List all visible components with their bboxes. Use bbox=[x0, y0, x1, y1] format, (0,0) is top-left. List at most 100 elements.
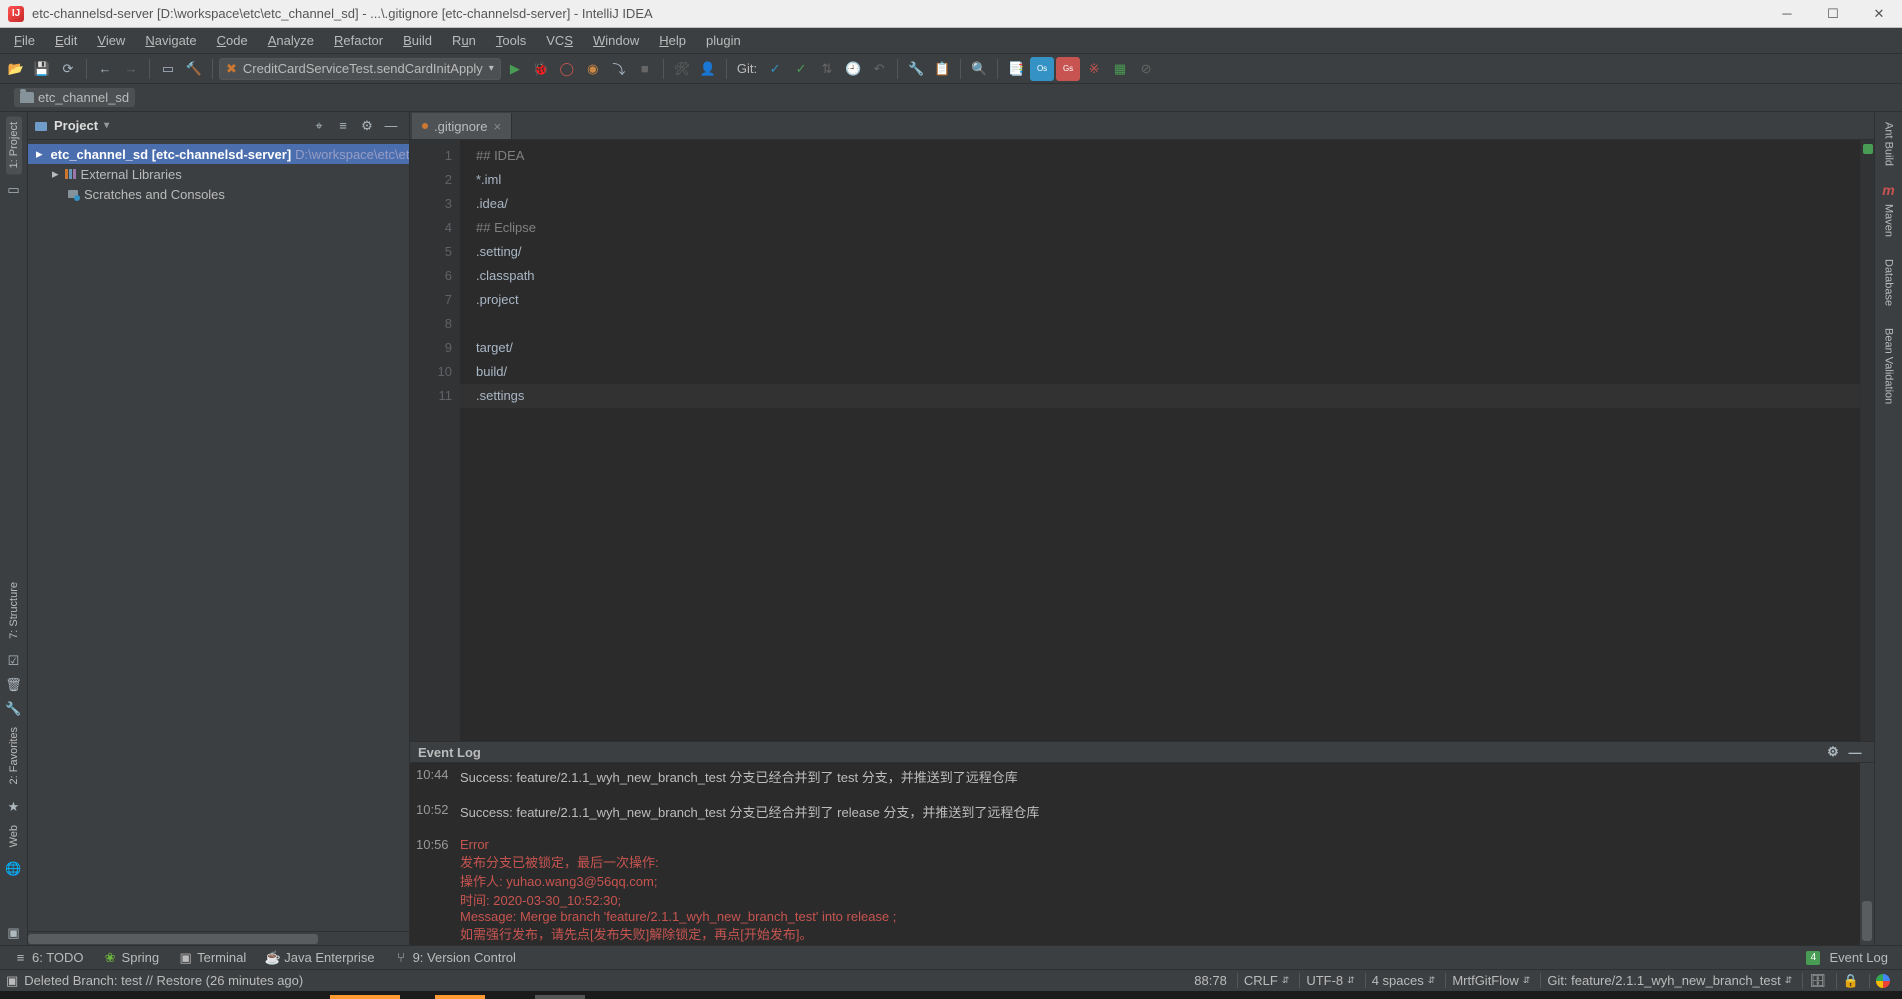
menu-code[interactable]: Code bbox=[207, 31, 258, 50]
forward-button[interactable]: → bbox=[119, 57, 143, 81]
tool-tab-terminal[interactable]: ▣Terminal bbox=[169, 948, 256, 967]
project-structure-button[interactable]: 📋 bbox=[930, 57, 954, 81]
code-editor[interactable]: 12345 67891011 ## IDEA *.iml .idea/ ## E… bbox=[410, 140, 1874, 741]
tree-node-external-libraries[interactable]: ▸ External Libraries bbox=[28, 164, 409, 184]
settings-icon[interactable]: ⚙ bbox=[357, 116, 377, 136]
status-message[interactable]: Deleted Branch: test // Restore (26 minu… bbox=[24, 973, 303, 988]
wrench-icon[interactable]: 🔧 bbox=[6, 701, 22, 717]
lock-icon[interactable]: 🔒 bbox=[1836, 973, 1865, 989]
settings-button[interactable]: 🔧 bbox=[904, 57, 928, 81]
menu-run[interactable]: Run bbox=[442, 31, 486, 50]
delete-icon[interactable]: 🗑 bbox=[6, 677, 22, 693]
file-encoding[interactable]: UTF-8 ⇵ bbox=[1299, 973, 1360, 988]
editor-marker-strip[interactable] bbox=[1860, 140, 1874, 741]
scrollbar-thumb[interactable] bbox=[28, 934, 318, 944]
vcs-commit-button[interactable]: ✓ bbox=[789, 57, 813, 81]
tree-root[interactable]: ▸ etc_channel_sd [etc-channelsd-server] … bbox=[28, 144, 409, 164]
side-tab-bean-validation[interactable]: Bean Validation bbox=[1881, 322, 1897, 410]
side-tab-web[interactable]: Web bbox=[6, 819, 22, 853]
plugin-button-1[interactable]: 📑 bbox=[1004, 57, 1028, 81]
star-icon[interactable]: ★ bbox=[6, 799, 22, 815]
git-branch[interactable]: Git: feature/2.1.1_wyh_new_branch_test ⇵ bbox=[1540, 973, 1798, 988]
window-close-button[interactable]: ✕ bbox=[1856, 0, 1902, 27]
tree-expand-icon[interactable]: ▸ bbox=[52, 166, 59, 182]
tool-tab-event-log[interactable]: 4 Event Log bbox=[1796, 948, 1898, 967]
folder-tool-icon[interactable]: ▭ bbox=[6, 182, 22, 198]
breadcrumb[interactable]: etc_channel_sd bbox=[14, 88, 135, 107]
mrtf-gitflow[interactable]: MrtfGitFlow ⇵ bbox=[1445, 973, 1536, 988]
line-separator[interactable]: CRLF ⇵ bbox=[1237, 973, 1296, 988]
vcs-history-button[interactable]: 🕘 bbox=[841, 57, 865, 81]
side-tab-project[interactable]: 1: Project bbox=[6, 116, 22, 174]
tree-expand-icon[interactable]: ▸ bbox=[36, 146, 43, 162]
debug-button[interactable]: 🐞 bbox=[529, 57, 553, 81]
vcs-update-button[interactable]: ✓ bbox=[763, 57, 787, 81]
collapse-icon[interactable]: ≡ bbox=[333, 116, 353, 136]
build-button[interactable]: ▭ bbox=[156, 57, 180, 81]
plugin-button-3[interactable]: Gs bbox=[1056, 57, 1080, 81]
run-button[interactable]: ▶ bbox=[503, 57, 527, 81]
code-content[interactable]: ## IDEA *.iml .idea/ ## Eclipse .setting… bbox=[460, 140, 1860, 741]
tool-icon[interactable]: 🛠 bbox=[670, 57, 694, 81]
vcs-compare-button[interactable]: ⇅ bbox=[815, 57, 839, 81]
sync-button[interactable]: ⟳ bbox=[56, 57, 80, 81]
tool-tab-spring[interactable]: ❀Spring bbox=[94, 948, 170, 967]
save-all-button[interactable]: 💾 bbox=[30, 57, 54, 81]
tree-node-scratches[interactable]: Scratches and Consoles bbox=[28, 184, 409, 204]
event-log-scrollbar[interactable] bbox=[1860, 763, 1874, 945]
tool2-icon[interactable]: 👤 bbox=[696, 57, 720, 81]
caret-position[interactable]: 88:78 bbox=[1188, 973, 1233, 988]
menu-build[interactable]: Build bbox=[393, 31, 442, 50]
window-maximize-button[interactable]: ☐ bbox=[1810, 0, 1856, 27]
close-tab-icon[interactable]: × bbox=[493, 119, 501, 134]
menu-window[interactable]: Window bbox=[583, 31, 649, 50]
run-configuration-selector[interactable]: ✖ CreditCardServiceTest.sendCardInitAppl… bbox=[219, 58, 501, 80]
menu-refactor[interactable]: Refactor bbox=[324, 31, 393, 50]
attach-button[interactable]: ⤵ bbox=[607, 57, 631, 81]
menu-file[interactable]: File bbox=[4, 31, 45, 50]
task-icon[interactable]: ☑ bbox=[6, 653, 22, 669]
memory-indicator[interactable]: 🗄 bbox=[1802, 973, 1832, 989]
open-button[interactable]: 📂 bbox=[4, 57, 28, 81]
locate-icon[interactable]: ⌖ bbox=[309, 116, 329, 136]
tool-tab-java-enterprise[interactable]: ☕Java Enterprise bbox=[256, 948, 384, 967]
menu-plugin[interactable]: plugin bbox=[696, 31, 751, 50]
vcs-revert-button[interactable]: ↶ bbox=[867, 57, 891, 81]
tool-window-toggle-icon[interactable]: ▣ bbox=[6, 973, 18, 989]
menu-edit[interactable]: Edit bbox=[45, 31, 87, 50]
side-tab-ant[interactable]: Ant Build bbox=[1881, 116, 1897, 172]
menu-help[interactable]: Help bbox=[649, 31, 696, 50]
menu-analyze[interactable]: Analyze bbox=[258, 31, 324, 50]
web-icon[interactable]: 🌐 bbox=[6, 861, 22, 877]
minimize-icon[interactable]: — bbox=[381, 116, 401, 136]
project-tree[interactable]: ▸ etc_channel_sd [etc-channelsd-server] … bbox=[28, 140, 409, 931]
indent-settings[interactable]: 4 spaces ⇵ bbox=[1365, 973, 1442, 988]
plugin-button-4[interactable]: ※ bbox=[1082, 57, 1106, 81]
side-tab-favorites[interactable]: 2: Favorites bbox=[6, 721, 22, 790]
settings-icon[interactable]: ⚙ bbox=[1824, 743, 1842, 761]
window-minimize-button[interactable]: ─ bbox=[1764, 0, 1810, 27]
menu-view[interactable]: View bbox=[87, 31, 135, 50]
tool-tab-version-control[interactable]: ⑂9: Version Control bbox=[385, 948, 526, 967]
project-panel-title[interactable]: Project ▾ bbox=[34, 118, 109, 133]
tool-tab-todo[interactable]: ≡6: TODO bbox=[4, 948, 94, 967]
menu-tools[interactable]: Tools bbox=[486, 31, 536, 50]
scrollbar-thumb[interactable] bbox=[1862, 901, 1872, 941]
event-log-content[interactable]: 10:44 Success: feature/2.1.1_wyh_new_bra… bbox=[410, 763, 1860, 945]
project-scrollbar[interactable] bbox=[28, 931, 409, 945]
side-tab-structure[interactable]: 7: Structure bbox=[6, 576, 22, 645]
panel-toggle-icon[interactable]: ▣ bbox=[6, 925, 22, 941]
coverage-button[interactable]: ◯ bbox=[555, 57, 579, 81]
search-everywhere-button[interactable]: 🔍 bbox=[967, 57, 991, 81]
plugin-button-2[interactable]: Os bbox=[1030, 57, 1054, 81]
minimize-icon[interactable]: — bbox=[1846, 743, 1864, 761]
plugin-button-6[interactable]: ⊘ bbox=[1134, 57, 1158, 81]
profile-button[interactable]: ◉ bbox=[581, 57, 605, 81]
menu-vcs[interactable]: VCS bbox=[536, 31, 583, 50]
google-login-icon[interactable] bbox=[1869, 974, 1896, 988]
side-tab-database[interactable]: Database bbox=[1881, 253, 1897, 312]
stop-button[interactable]: ■ bbox=[633, 57, 657, 81]
menu-navigate[interactable]: Navigate bbox=[135, 31, 206, 50]
side-tab-maven[interactable]: Maven bbox=[1881, 198, 1897, 243]
editor-tab-gitignore[interactable]: .gitignore × bbox=[412, 113, 512, 139]
